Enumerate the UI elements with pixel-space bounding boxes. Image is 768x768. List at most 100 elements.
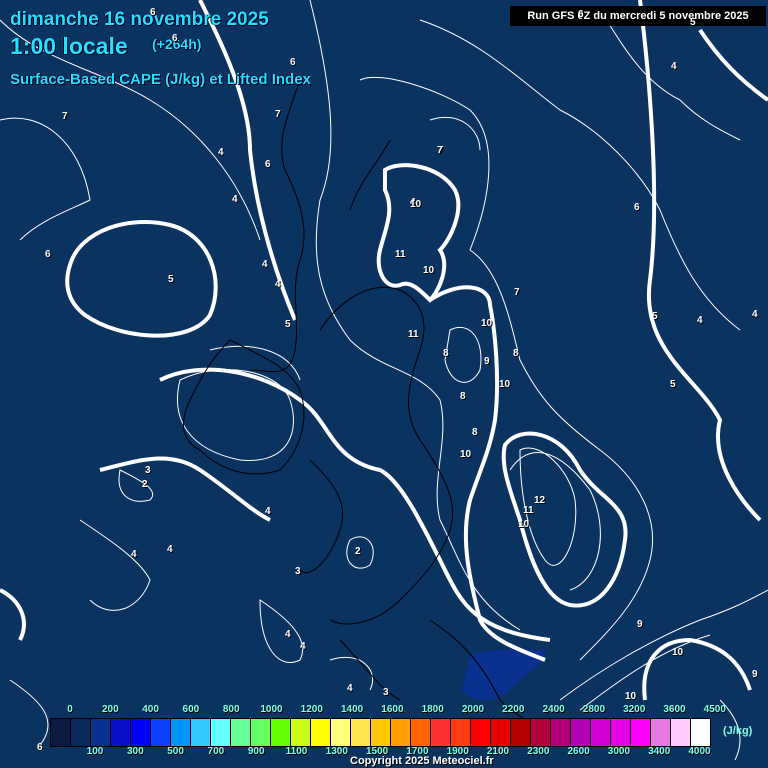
colorbar-swatch [691,719,710,746]
contour-label: 4 [671,61,677,72]
lifted-index-thick-contours [0,0,768,701]
colorbar-swatch [211,719,231,746]
model-run-label: Run GFS 0Z du mercredi 5 novembre 2025 [510,6,766,26]
colorbar-swatch [651,719,671,746]
contour-label: 5 [652,311,658,322]
colorbar-tick-bottom: 700 [207,746,225,757]
contour-label: 5 [670,379,676,390]
colorbar-tick-top: 2000 [461,704,485,715]
contour-label: 8 [513,348,519,359]
colorbar-tick-top: 600 [182,704,200,715]
colorbar-swatch [351,719,371,746]
contour-label: 4 [131,549,137,560]
colorbar-tick-top: 0 [67,704,73,715]
forecast-time: 1:00 locale [10,33,128,59]
contour-label: 10 [499,379,511,390]
contour-label: 6 [150,7,156,18]
colorbar-swatch [91,719,111,746]
colorbar-tick-top: 1400 [340,704,364,715]
contour-label: 5 [690,17,696,28]
contour-label: 9 [637,619,643,630]
colorbar-swatch [671,719,691,746]
colorbar-tick-top: 1000 [260,704,283,715]
contour-label: 4 [167,544,173,555]
colorbar-tick-bottom: 1300 [325,746,348,757]
contour-label: 4 [275,279,281,290]
contour-label: 6 [172,33,178,44]
contour-label: 8 [472,427,478,438]
colorbar-tick-bottom: 3000 [607,746,631,757]
colorbar-swatch [251,719,271,746]
colorbar-tick-top: 200 [101,704,119,715]
colorbar-tick-top: 1600 [381,704,404,715]
contour-label: 7 [437,145,443,156]
colorbar-swatch [591,719,611,746]
contour-label: 5 [285,319,291,330]
colorbar-tick-top: 2200 [502,704,525,715]
contour-label: 2 [355,546,361,557]
contour-label: 10 [672,647,684,658]
contour-label: 6 [45,249,51,260]
contour-label: 9 [752,669,758,680]
colorbar-tick-bottom: 900 [247,746,265,757]
colorbar-swatch [291,719,311,746]
contour-label: 4 [262,259,268,270]
colorbar-tick-bottom: 2600 [567,746,590,757]
colorbar [50,718,711,747]
colorbar-tick-bottom: 3400 [648,746,671,757]
colorbar-tick-top: 2400 [542,704,565,715]
forecast-date: dimanche 16 novembre 2025 [10,9,269,30]
colorbar-swatch [191,719,211,746]
contour-label: 10 [481,318,493,329]
contour-label: 10 [423,265,435,276]
contour-label: 11 [523,505,534,516]
colorbar-swatch [151,719,171,746]
colorbar-swatch [411,719,431,746]
copyright: Copyright 2025 Meteociel.fr [350,755,494,767]
contour-label: 4 [752,309,758,320]
contour-label: 6 [290,57,296,68]
contour-label: 6 [265,159,271,170]
contour-label: 3 [295,566,301,577]
colorbar-swatch [311,719,331,746]
contour-label: 11 [408,329,419,340]
contour-label: 2 [142,479,148,490]
colorbar-tick-top: 800 [222,704,240,715]
colorbar-swatch [231,719,251,746]
colorbar-swatch [71,719,91,746]
colorbar-swatch [511,719,531,746]
colorbar-tick-top: 400 [142,704,159,715]
contour-label: 4 [697,315,703,326]
contour-label: 8 [460,391,466,402]
colorbar-swatch [491,719,511,746]
colorbar-swatch [371,719,391,746]
contour-label: 9 [484,356,490,367]
contour-label: 12 [534,495,546,506]
colorbar-tick-top: 1800 [421,704,444,715]
contour-label: 4 [285,629,291,640]
colorbar-swatch [171,719,191,746]
colorbar-tick-bottom: 4000 [688,746,711,757]
contour-label: 6 [578,9,584,20]
colorbar-tick-bottom: 1100 [285,746,308,757]
contour-label: 5 [168,274,174,285]
colorbar-tick-bottom: 2300 [527,746,550,757]
contour-label: 4 [265,506,271,517]
cape-map [0,0,768,761]
contour-label: 10 [625,691,637,702]
colorbar-tick-top: 2800 [582,704,606,715]
colorbar-swatch [451,719,471,746]
contour-label: 10 [518,519,530,530]
colorbar-swatch [131,719,151,746]
colorbar-swatch [471,719,491,746]
contour-label: 6 [634,202,640,213]
colorbar-tick-bottom: 300 [126,746,144,757]
parameter-title: Surface-Based CAPE (J/kg) et Lifted Inde… [10,71,311,88]
colorbar-swatch [551,719,571,746]
colorbar-tick-bottom: 100 [86,746,104,757]
colorbar-swatch [391,719,411,746]
contour-label: 8 [443,348,449,359]
contour-label: 3 [145,465,151,476]
contour-label: 7 [514,287,520,298]
colorbar-swatch [631,719,651,746]
